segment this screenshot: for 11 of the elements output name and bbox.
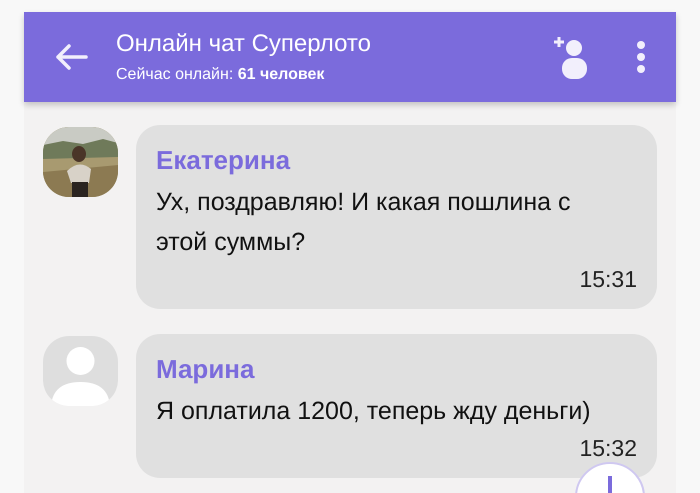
chat-title: Онлайн чат Суперлото bbox=[116, 30, 372, 58]
message-text: Я оплатила 1200, теперь жду деньги) bbox=[156, 396, 592, 427]
author-name: Марина bbox=[156, 354, 256, 385]
message-time: 15:31 bbox=[579, 266, 637, 293]
back-button[interactable] bbox=[54, 43, 88, 71]
message-text: Ух, поздравляю! И какая пошлина с этой суммы? bbox=[156, 187, 572, 258]
author-name: Екатерина bbox=[156, 145, 292, 176]
online-count: Сейчас онлайн: 61 человек bbox=[116, 66, 326, 84]
add-user-button[interactable] bbox=[552, 35, 590, 79]
message-time: 15:32 bbox=[579, 435, 637, 462]
more-options-button[interactable] bbox=[636, 41, 646, 73]
